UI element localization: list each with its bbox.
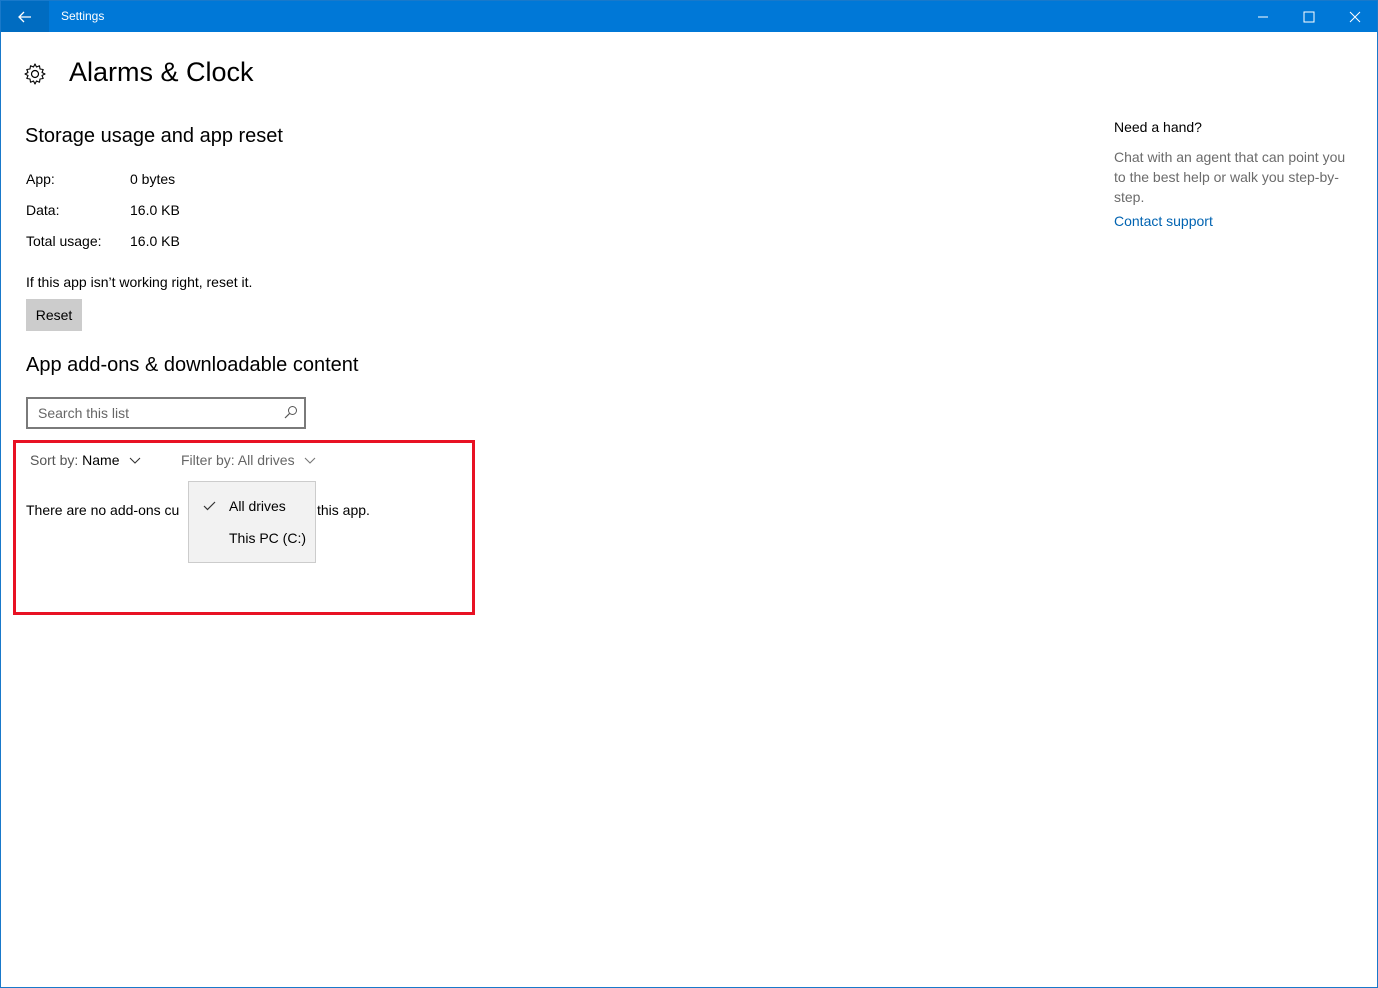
back-arrow-icon: [18, 11, 31, 22]
checkmark-icon: [203, 501, 216, 511]
total-usage-label: Total usage:: [26, 233, 102, 249]
reset-hint: If this app isn’t working right, reset i…: [26, 274, 253, 290]
settings-window: Settings Alarms & Clock Storage usage an…: [0, 0, 1378, 988]
minimize-icon: [1258, 16, 1268, 17]
close-icon: [1349, 11, 1361, 22]
sort-value: Name: [82, 452, 120, 468]
filter-option-this-pc[interactable]: This PC (C:): [189, 523, 315, 553]
help-title: Need a hand?: [1114, 119, 1202, 135]
filter-dropdown[interactable]: Filter by: All drives: [181, 452, 316, 468]
data-size-label: Data:: [26, 202, 60, 218]
reset-button[interactable]: Reset: [26, 299, 82, 331]
filter-option-all-drives[interactable]: All drives: [189, 491, 315, 521]
filter-label: Filter by: All drives: [181, 452, 295, 468]
window-title: Settings: [61, 9, 105, 23]
sort-prefix: Sort by:: [30, 452, 83, 468]
filter-option-label: All drives: [229, 498, 286, 514]
close-button[interactable]: [1332, 1, 1378, 32]
maximize-icon: [1303, 11, 1315, 22]
chevron-down-icon: [130, 457, 141, 465]
minimize-button[interactable]: [1240, 1, 1286, 32]
total-usage-value: 16.0 KB: [130, 233, 180, 249]
chevron-down-icon: [305, 457, 316, 465]
gear-icon: [24, 63, 46, 85]
empty-message-left: There are no add-ons cu: [26, 502, 180, 518]
search-placeholder: Search this list: [38, 405, 130, 421]
search-icon[interactable]: [284, 405, 298, 419]
addons-heading: App add-ons & downloadable content: [26, 354, 359, 376]
filter-menu: All drives This PC (C:): [188, 481, 316, 563]
maximize-button[interactable]: [1286, 1, 1332, 32]
storage-heading: Storage usage and app reset: [25, 125, 283, 147]
back-button[interactable]: [1, 1, 49, 32]
app-size-label: App:: [26, 171, 55, 187]
search-input[interactable]: Search this list: [26, 397, 306, 429]
page-title: Alarms & Clock: [69, 57, 254, 87]
sort-dropdown[interactable]: Sort by: Name: [30, 452, 141, 468]
data-size-value: 16.0 KB: [130, 202, 180, 218]
app-size-value: 0 bytes: [130, 171, 176, 187]
empty-message-right: this app.: [317, 502, 370, 518]
filter-option-label: This PC (C:): [229, 530, 306, 546]
help-description: Chat with an agent that can point you to…: [1114, 149, 1346, 205]
contact-support-link[interactable]: Contact support: [1114, 213, 1213, 229]
title-bar: Settings: [1, 1, 1377, 32]
